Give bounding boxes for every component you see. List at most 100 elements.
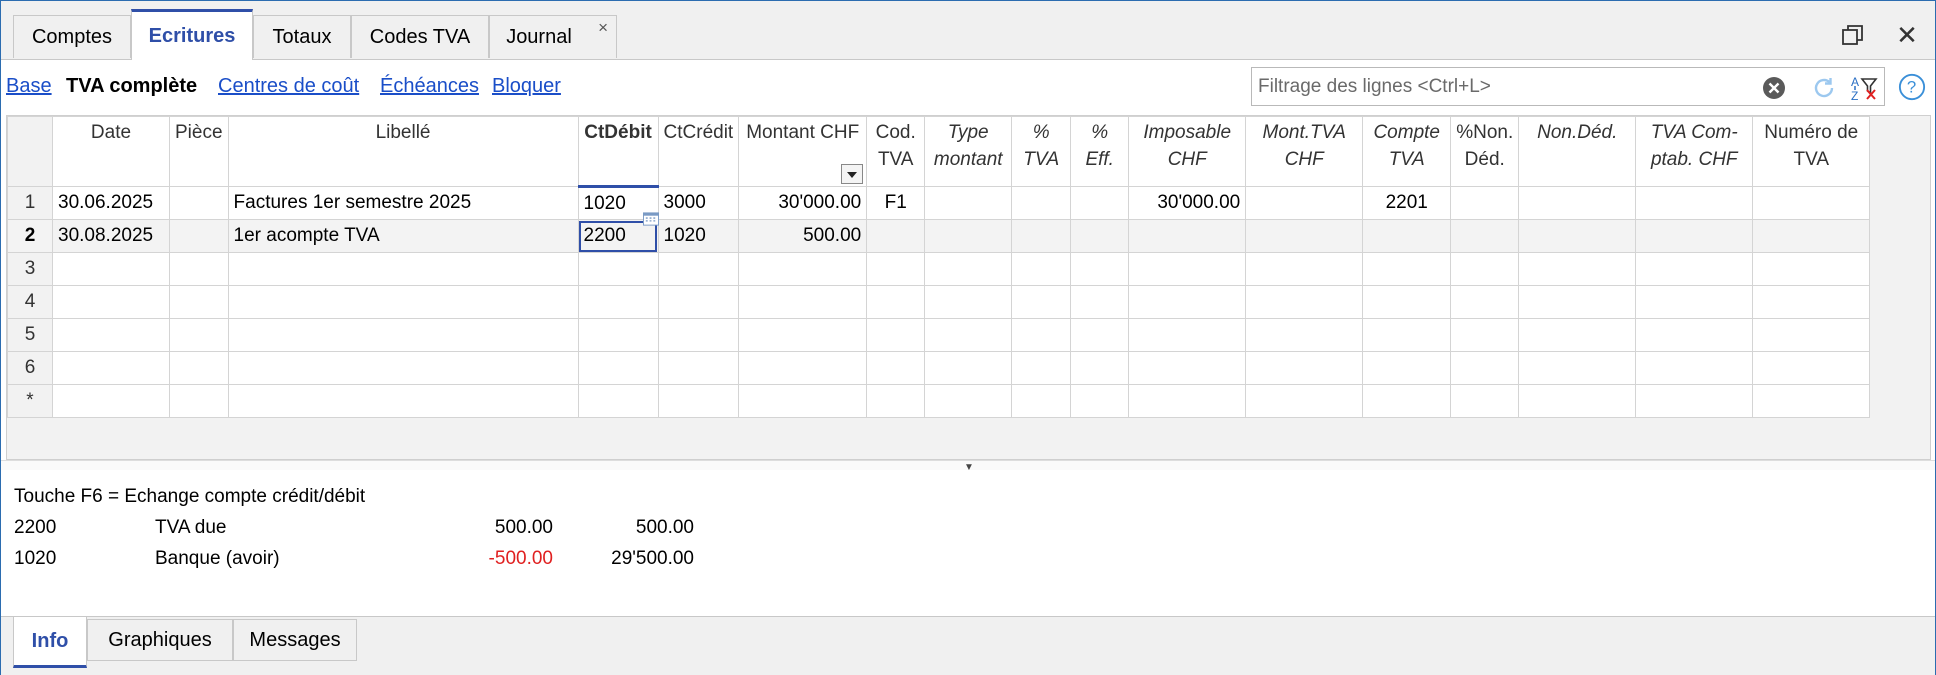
view-centres-de-cout[interactable]: Centres de coût [218, 75, 359, 98]
cell-tva-comptab[interactable] [1635, 219, 1754, 253]
view-echeances[interactable]: Échéances [380, 75, 479, 98]
info-balance: 29'500.00 [611, 548, 694, 569]
info-amount-negative: -500.00 [488, 548, 553, 569]
filter-input[interactable] [1256, 73, 1740, 101]
info-description: Banque (avoir) [155, 548, 280, 569]
table-row: 2 30.08.2025 1er acompte TVA 2200 1020 5… [7, 219, 1871, 253]
info-description: TVA due [155, 517, 227, 538]
cell-compte-tva[interactable] [1362, 219, 1452, 253]
cell-pct-tva[interactable] [1011, 186, 1072, 220]
cell-mont-tva[interactable] [1245, 186, 1364, 220]
corner-cell [7, 116, 53, 187]
column-header-date[interactable]: Date [52, 116, 170, 187]
row-number[interactable]: 6 [7, 351, 53, 385]
column-header-ctcredit[interactable]: CtCrédit [657, 116, 740, 187]
cell-non-ded[interactable] [1518, 186, 1637, 220]
cell-imposable[interactable]: 30'000.00 [1128, 186, 1247, 220]
close-tab-icon[interactable]: × [598, 18, 608, 38]
cell-date[interactable]: 30.08.2025 [52, 219, 170, 253]
cell-mont-tva[interactable] [1245, 219, 1364, 253]
info-amount: 500.00 [494, 517, 553, 538]
clear-filter-icon[interactable] [1760, 74, 1788, 102]
refresh-icon[interactable] [1810, 74, 1838, 102]
restore-icon[interactable] [1839, 21, 1867, 49]
cell-ctcredit[interactable]: 3000 [657, 186, 740, 220]
tab-graphiques[interactable]: Graphiques [87, 619, 233, 661]
column-header-pct-eff[interactable]: % Eff. [1070, 116, 1130, 187]
info-account: 2200 [14, 517, 57, 538]
tab-totaux[interactable]: Totaux [253, 15, 351, 58]
row-number[interactable]: * [7, 384, 53, 418]
view-base[interactable]: Base [6, 75, 52, 98]
cell-piece[interactable] [169, 186, 229, 220]
column-header-montant[interactable]: Montant CHF [738, 116, 868, 187]
table-row: 5 [7, 318, 1871, 352]
svg-text:Z: Z [1851, 89, 1858, 102]
cell-date[interactable]: 30.06.2025 [52, 186, 170, 220]
tab-codes-tva[interactable]: Codes TVA [351, 15, 489, 58]
column-header-non-ded[interactable]: Non.Déd. [1518, 116, 1637, 187]
view-bar: Base TVA complète Centres de coût Échéan… [1, 60, 1935, 115]
cell-pct-tva[interactable] [1011, 219, 1072, 253]
cell-piece[interactable] [169, 219, 229, 253]
cell-tva-comptab[interactable] [1635, 186, 1754, 220]
info-account: 1020 [14, 548, 57, 569]
cell-type-montant[interactable] [924, 186, 1013, 220]
column-header-numero-tva[interactable]: Numéro de TVA [1752, 116, 1871, 187]
cell-cod-tva[interactable] [866, 219, 926, 253]
column-header-cod-tva[interactable]: Cod. TVA [866, 116, 926, 187]
info-hint: Touche F6 = Echange compte crédit/débit [14, 486, 366, 507]
cell-pct-non-ded[interactable] [1450, 186, 1520, 220]
row-number[interactable]: 3 [7, 252, 53, 286]
tab-ecritures[interactable]: Ecritures [131, 9, 253, 60]
calendar-icon[interactable] [643, 212, 659, 226]
tab-info[interactable]: Info [13, 616, 87, 668]
cell-numero-tva[interactable] [1752, 219, 1871, 253]
row-number[interactable]: 4 [7, 285, 53, 319]
cell-pct-eff[interactable] [1070, 186, 1130, 220]
row-number[interactable]: 2 [7, 219, 53, 253]
column-header-pct-tva[interactable]: % TVA [1011, 116, 1072, 187]
column-header-type-montant[interactable]: Type montant [924, 116, 1013, 187]
column-header-piece[interactable]: Pièce [169, 116, 229, 187]
help-icon[interactable]: ? [1898, 73, 1926, 101]
column-header-imposable[interactable]: Imposable CHF [1128, 116, 1247, 187]
column-header-mont-tva[interactable]: Mont.TVA CHF [1245, 116, 1364, 187]
row-number[interactable]: 5 [7, 318, 53, 352]
sort-filter-icon[interactable]: AZ [1850, 74, 1878, 102]
cell-type-montant[interactable] [924, 219, 1013, 253]
cell-montant[interactable]: 30'000.00 [738, 186, 868, 220]
view-bloquer[interactable]: Bloquer [492, 75, 561, 98]
table-row: 4 [7, 285, 1871, 319]
cell-numero-tva[interactable] [1752, 186, 1871, 220]
transactions-table: Date Pièce Libellé CtDébit CtCrédit Mont… [7, 116, 1871, 418]
dropdown-arrow-icon[interactable] [841, 164, 864, 184]
cell-compte-tva[interactable]: 2201 [1362, 186, 1452, 220]
cell-pct-eff[interactable] [1070, 219, 1130, 253]
close-icon[interactable]: ✕ [1893, 20, 1921, 50]
column-header-tva-comptab[interactable]: TVA Com-ptab. CHF [1635, 116, 1754, 187]
cell-non-ded[interactable] [1518, 219, 1637, 253]
cell-montant[interactable]: 500.00 [738, 219, 868, 253]
tab-messages[interactable]: Messages [233, 619, 357, 661]
cell-pct-non-ded[interactable] [1450, 219, 1520, 253]
column-header-ctdebit[interactable]: CtDébit [577, 116, 659, 188]
filter-box: AZ [1251, 67, 1885, 106]
svg-text:?: ? [1907, 78, 1916, 97]
cell-imposable[interactable] [1128, 219, 1247, 253]
cell-ctcredit[interactable]: 1020 [657, 219, 740, 253]
table-row: 6 [7, 351, 1871, 385]
column-header-libelle[interactable]: Libellé [227, 116, 579, 187]
view-tva-complete[interactable]: TVA complète [66, 75, 197, 98]
tab-comptes[interactable]: Comptes [13, 15, 131, 58]
row-number[interactable]: 1 [7, 186, 53, 220]
app-window: Comptes Ecritures Totaux Codes TVA Journ… [0, 0, 1936, 675]
column-header-pct-non-ded[interactable]: %Non. Déd. [1450, 116, 1520, 187]
cell-libelle[interactable]: 1er acompte TVA [227, 219, 579, 253]
header-row: Date Pièce Libellé CtDébit CtCrédit Mont… [7, 116, 1871, 188]
column-header-compte-tva[interactable]: Compte TVA [1362, 116, 1452, 187]
cell-libelle[interactable]: Factures 1er semestre 2025 [227, 186, 579, 220]
table-row: 3 [7, 252, 1871, 286]
cell-cod-tva[interactable]: F1 [866, 186, 926, 220]
tab-journal[interactable]: Journal × [489, 15, 617, 58]
